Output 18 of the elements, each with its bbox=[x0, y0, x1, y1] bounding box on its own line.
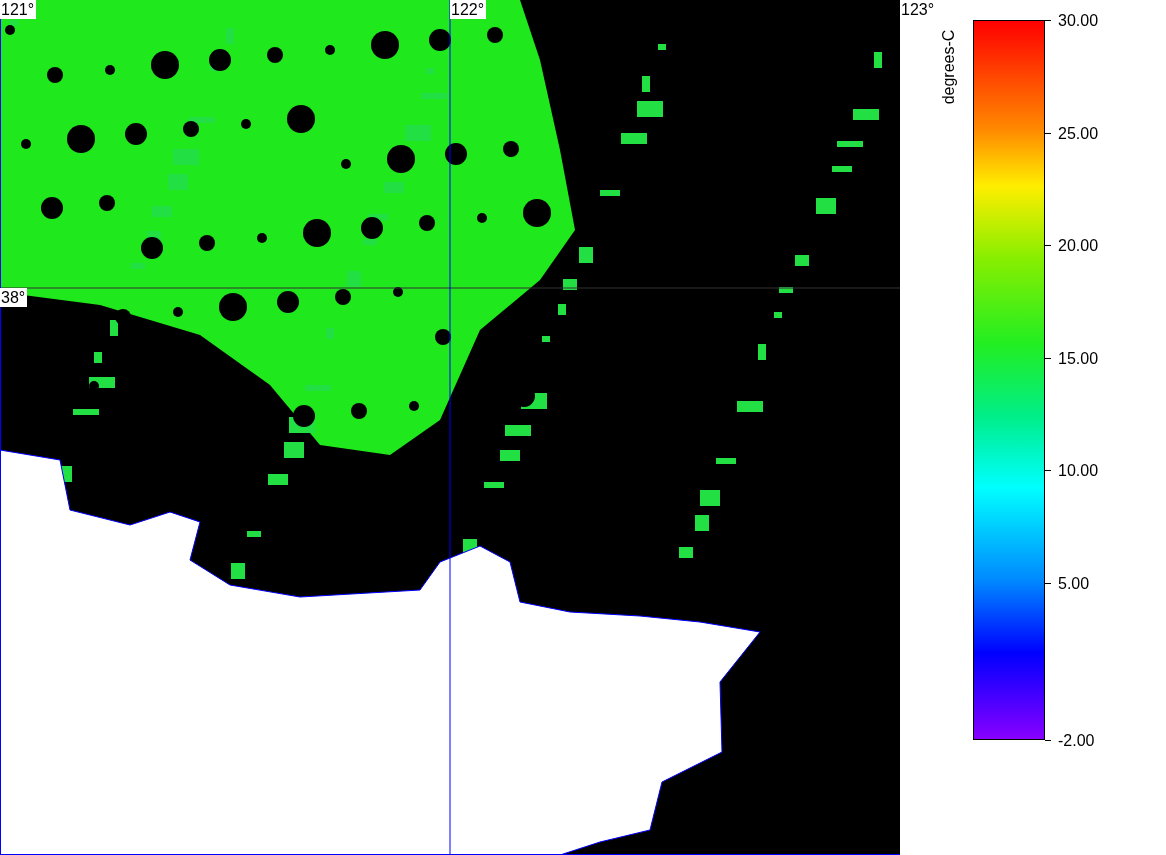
longitude-label: 121° bbox=[0, 0, 37, 19]
scale-tick bbox=[1045, 740, 1051, 741]
scale-tick bbox=[1045, 132, 1051, 134]
longitude-label: 122° bbox=[450, 0, 487, 19]
latitude-label: 38° bbox=[0, 288, 28, 307]
scale-label: -2.00 bbox=[1058, 731, 1095, 750]
scale-label: 15.00 bbox=[1058, 348, 1099, 368]
scale-tick bbox=[1045, 470, 1051, 471]
scale-label: 10.00 bbox=[1058, 461, 1099, 480]
scale-tick bbox=[1045, 357, 1051, 359]
scale-label: 25.00 bbox=[1058, 123, 1099, 143]
scale-tick bbox=[1045, 20, 1051, 21]
scale-tick bbox=[1045, 582, 1051, 584]
unit-label: degrees-C bbox=[940, 29, 959, 105]
scale-label: 20.00 bbox=[1058, 236, 1099, 255]
scale-tick bbox=[1045, 245, 1051, 246]
scale-label: 30.00 bbox=[1058, 11, 1099, 30]
scale-label: 5.00 bbox=[1058, 573, 1090, 593]
